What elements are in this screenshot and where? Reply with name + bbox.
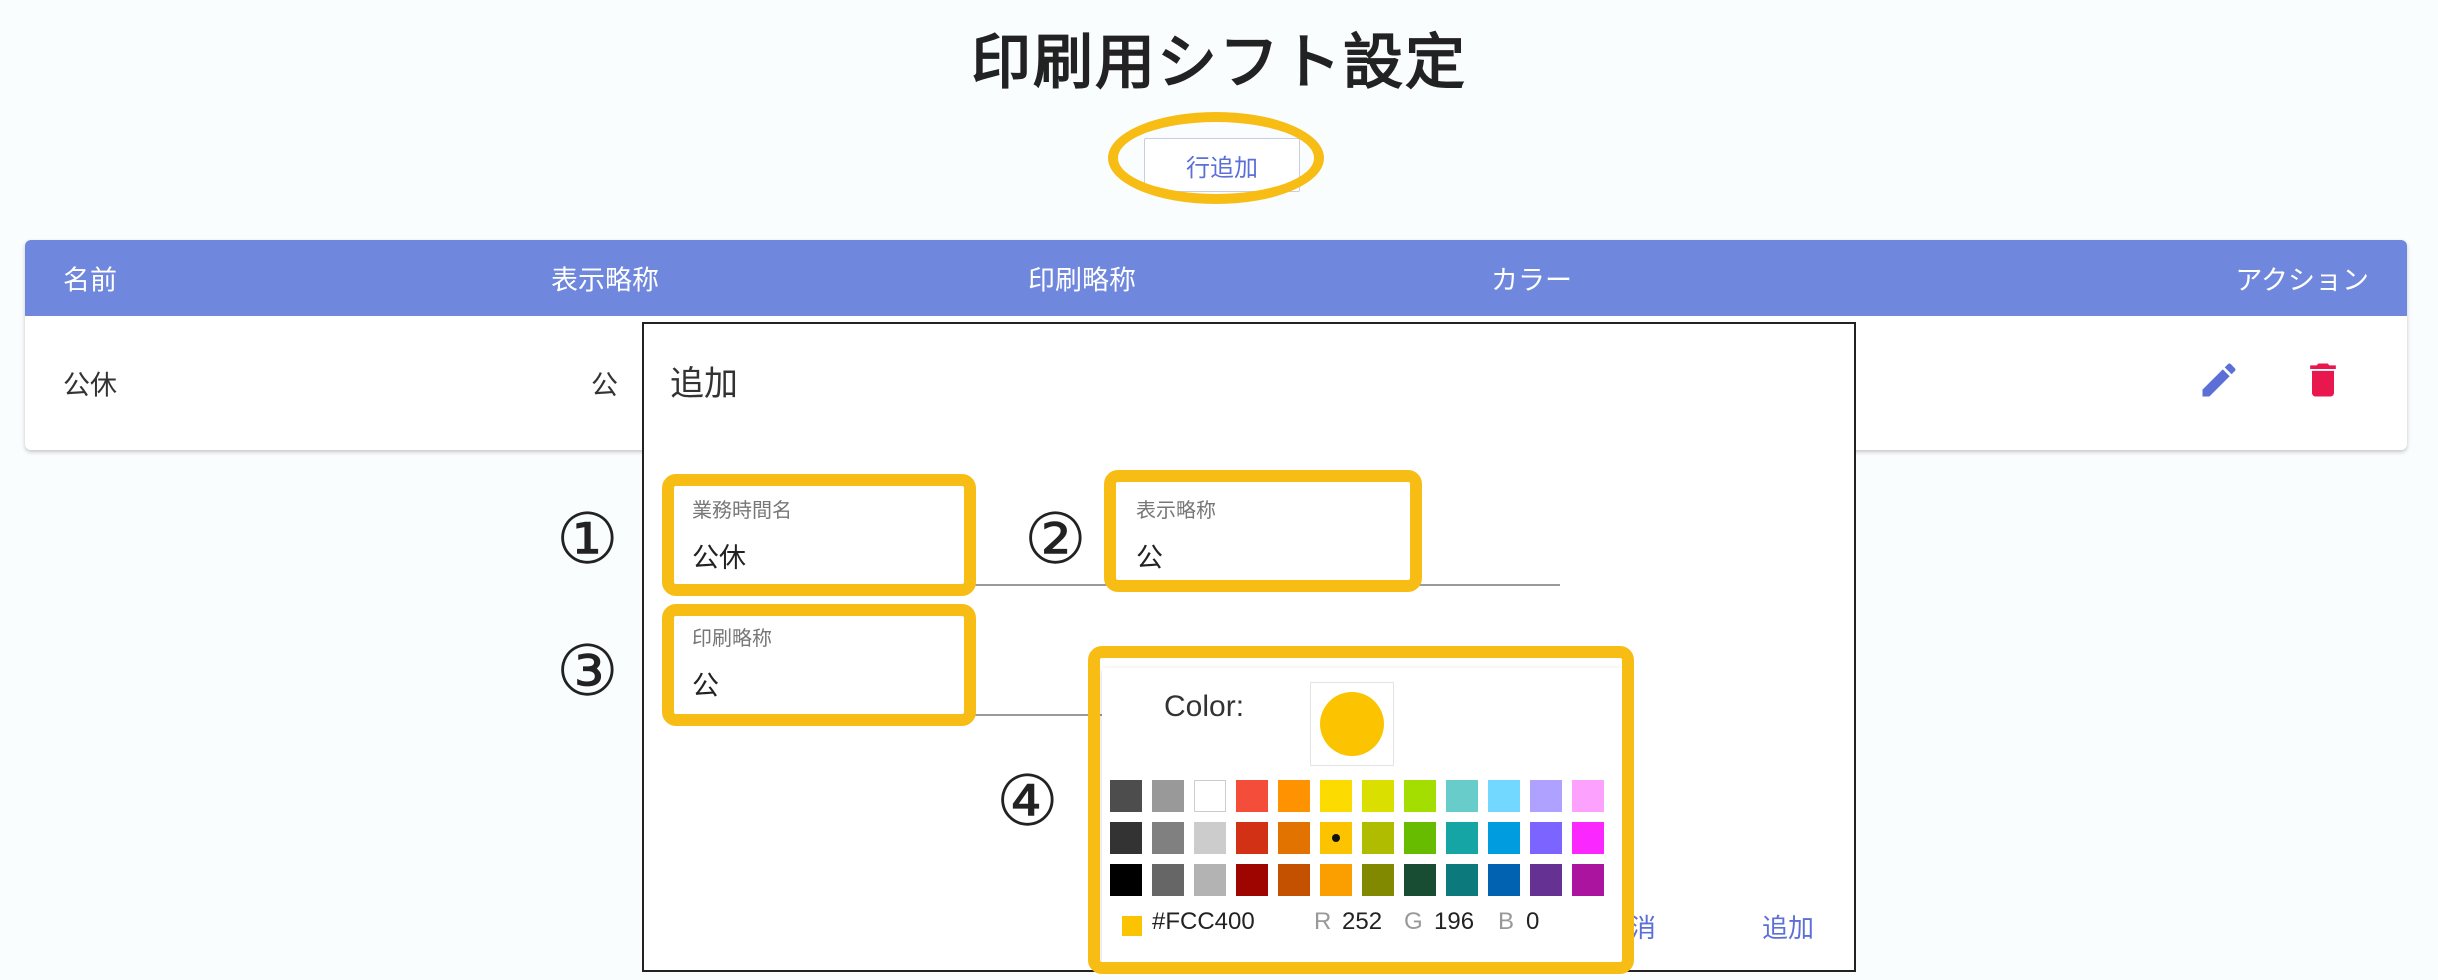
- highlight-color-picker: [1088, 646, 1634, 974]
- annotation-number-2: ②: [1024, 498, 1087, 580]
- table-header: 名前 表示略称 印刷略称 カラー アクション: [25, 240, 2407, 316]
- cell-name: 公休: [63, 370, 117, 402]
- column-header-display-abbr[interactable]: 表示略称: [551, 259, 659, 298]
- column-header-name[interactable]: 名前: [63, 259, 117, 298]
- annotation-number-4: ④: [996, 760, 1059, 842]
- highlight-display-abbr-field: [1104, 470, 1422, 592]
- column-header-action: アクション: [2235, 265, 2369, 297]
- annotation-number-1: ①: [556, 498, 619, 580]
- column-header-print-abbr[interactable]: 印刷略称: [1028, 259, 1136, 298]
- dialog-add-button[interactable]: 追加: [1762, 908, 1814, 945]
- column-header-color[interactable]: カラー: [1491, 259, 1572, 298]
- highlight-print-abbr-field: [662, 604, 976, 726]
- pencil-icon[interactable]: [2197, 358, 2241, 402]
- highlight-name-field: [662, 474, 976, 596]
- add-row-highlight: [1108, 112, 1324, 204]
- page-title: 印刷用シフト設定: [971, 28, 1467, 98]
- annotation-number-3: ③: [556, 630, 619, 712]
- trash-icon[interactable]: [2301, 358, 2345, 402]
- cell-display-abbr: 公: [591, 370, 618, 402]
- dialog-title: 追加: [670, 364, 738, 404]
